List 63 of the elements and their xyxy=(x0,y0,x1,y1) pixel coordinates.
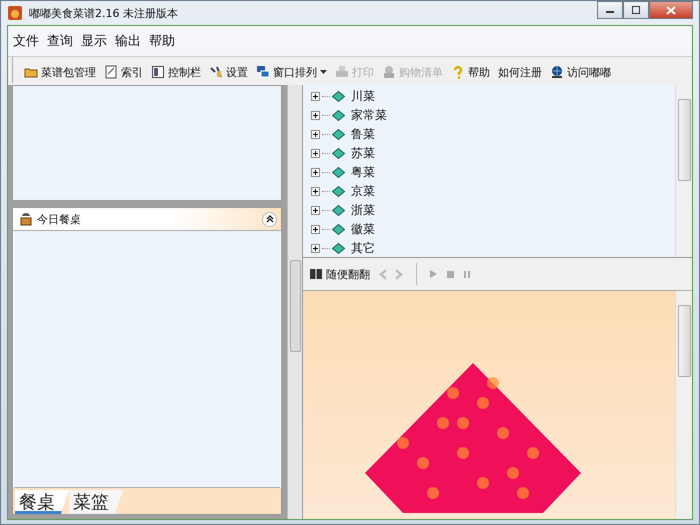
close-icon xyxy=(666,6,676,14)
menu-item[interactable]: 显示 xyxy=(81,32,107,50)
close-button[interactable] xyxy=(649,1,693,19)
panel-title: 今日餐桌 xyxy=(37,212,81,226)
scrollbar[interactable] xyxy=(675,291,692,519)
toolbar-button[interactable]: 控制栏 xyxy=(148,64,204,80)
tree-item[interactable]: 京菜 xyxy=(351,183,375,200)
menu-item[interactable]: 输出 xyxy=(115,32,141,50)
tools-icon xyxy=(209,65,223,79)
notepad-icon xyxy=(104,65,118,79)
windows-icon xyxy=(256,65,270,79)
collapse-button[interactable] xyxy=(262,212,277,226)
expand-icon[interactable] xyxy=(311,111,320,120)
toolbar-button[interactable]: 访问嘟嘟 xyxy=(547,64,614,80)
toolbar-button[interactable]: 如何注册 xyxy=(495,64,545,80)
window-title: 嘟嘟美食菜谱2.16 未注册版本 xyxy=(29,6,178,20)
tree-item[interactable]: 家常菜 xyxy=(351,107,387,124)
book-icon xyxy=(309,268,323,280)
toolbar-button[interactable]: 索引 xyxy=(101,64,146,80)
scrollbar[interactable] xyxy=(675,85,692,257)
panel-icon xyxy=(151,65,165,79)
book-icon xyxy=(332,148,345,159)
toolbar-button[interactable]: 窗口排列 xyxy=(253,64,330,80)
tree-item[interactable]: 浙菜 xyxy=(351,202,375,219)
maximize-button[interactable] xyxy=(623,1,649,19)
expand-icon[interactable] xyxy=(311,244,320,253)
globe-icon xyxy=(550,65,564,79)
expand-icon[interactable] xyxy=(311,92,320,101)
book-icon xyxy=(332,129,345,140)
book-icon xyxy=(332,110,345,121)
tree-item[interactable]: 苏菜 xyxy=(351,145,375,162)
tree-item[interactable]: 其它 xyxy=(351,240,375,257)
menu-item[interactable]: 文件 xyxy=(13,32,39,50)
expand-icon[interactable] xyxy=(311,149,320,158)
tree-item[interactable]: 川菜 xyxy=(351,88,375,105)
printer-icon xyxy=(335,65,349,79)
book-icon xyxy=(332,243,345,254)
tree-item[interactable]: 粤菜 xyxy=(351,164,375,181)
expand-icon[interactable] xyxy=(311,130,320,139)
tree-item[interactable]: 鲁菜 xyxy=(351,126,375,143)
menu-item[interactable]: 帮助 xyxy=(149,32,175,50)
tree-item[interactable]: 徽菜 xyxy=(351,221,375,238)
book-icon xyxy=(332,186,345,197)
toolbar-button[interactable]: 设置 xyxy=(206,64,251,80)
help-icon xyxy=(451,65,465,79)
book-icon xyxy=(332,224,345,235)
expand-icon[interactable] xyxy=(311,187,320,196)
menu-item[interactable]: 查询 xyxy=(47,32,73,50)
chevron-icon xyxy=(264,214,274,224)
tab[interactable]: 菜篮 xyxy=(69,490,123,514)
book-icon xyxy=(332,167,345,178)
expand-icon[interactable] xyxy=(311,206,320,215)
toolbar-button[interactable]: 菜谱包管理 xyxy=(21,64,99,80)
expand-icon[interactable] xyxy=(311,225,320,234)
app-icon xyxy=(7,5,23,21)
maximize-icon xyxy=(631,6,641,14)
expand-icon[interactable] xyxy=(311,168,320,177)
minimize-button[interactable] xyxy=(597,1,623,19)
book-icon xyxy=(332,205,345,216)
book-icon xyxy=(332,91,345,102)
toolbar-button[interactable]: 帮助 xyxy=(448,64,493,80)
tab[interactable]: 餐桌 xyxy=(15,490,69,514)
browse-label: 随便翻翻 xyxy=(326,266,370,282)
